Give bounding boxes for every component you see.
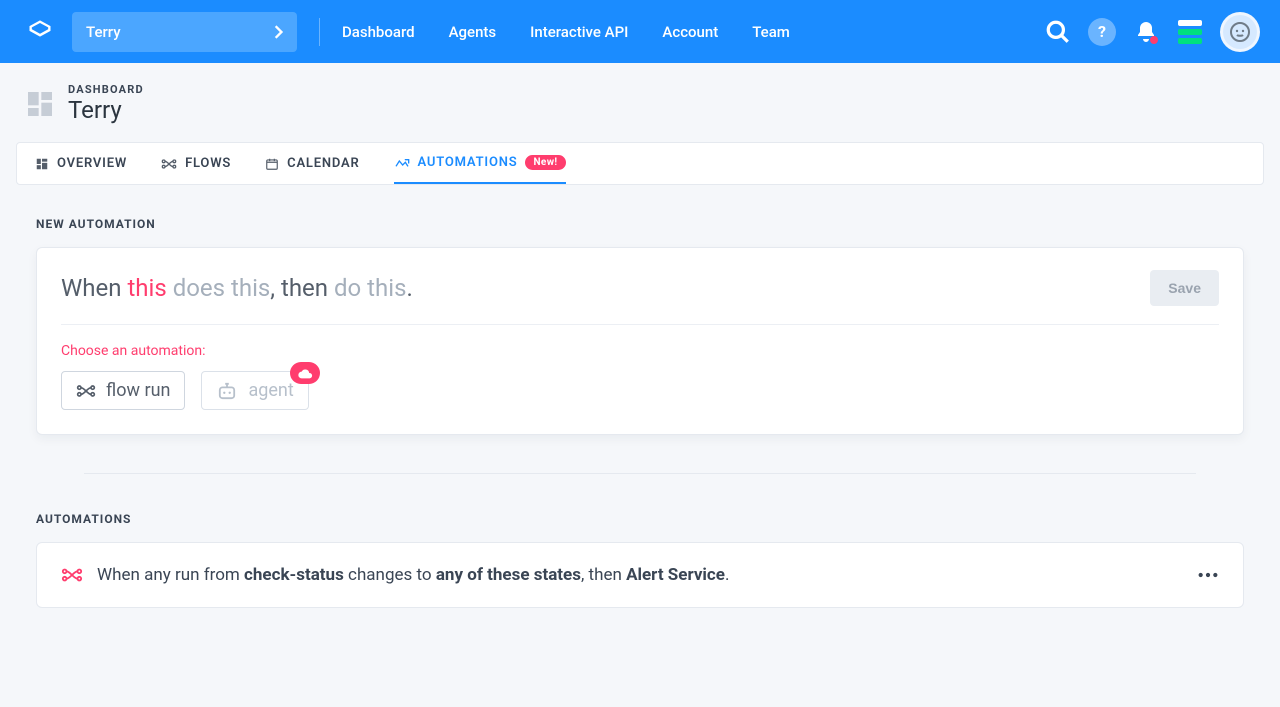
rule-mid: changes to (344, 565, 436, 585)
tab-label: FLOWS (185, 156, 231, 171)
tabs: OVERVIEW FLOWS CALENDAR AUTOMATIONS New! (16, 142, 1264, 185)
automation-choices: flow run agent (61, 371, 1219, 410)
sentence-does-this: does this (167, 274, 271, 302)
new-badge: New! (525, 155, 565, 170)
chevron-right-icon (273, 25, 283, 39)
nav-team[interactable]: Team (752, 23, 790, 41)
rule-states: any of these states (436, 565, 581, 585)
more-menu-icon[interactable] (1197, 572, 1219, 578)
notification-dot-icon (1150, 36, 1158, 44)
rule-prefix: When any run from (97, 565, 244, 585)
nav-api[interactable]: Interactive API (530, 23, 628, 41)
notifications-icon[interactable] (1132, 18, 1160, 46)
tab-label: OVERVIEW (57, 156, 127, 171)
topbar: Terry Dashboard Agents Interactive API A… (0, 0, 1280, 63)
tab-overview[interactable]: OVERVIEW (35, 143, 127, 184)
choice-label: agent (248, 380, 293, 401)
flow-icon (76, 383, 96, 399)
nav-dashboard[interactable]: Dashboard (342, 23, 415, 41)
tenant-switcher[interactable]: Terry (72, 12, 297, 52)
sentence-then: , then (270, 274, 334, 302)
automation-rule-card[interactable]: When any run from check-status changes t… (36, 542, 1244, 608)
nav-links: Dashboard Agents Interactive API Account… (342, 23, 790, 41)
nav-account[interactable]: Account (662, 23, 718, 41)
flow-icon (61, 566, 83, 584)
tab-automations[interactable]: AUTOMATIONS New! (394, 143, 566, 184)
nav-right: ? (1044, 12, 1260, 52)
automation-rule-text: When any run from check-status changes t… (97, 565, 729, 585)
nav-agents[interactable]: Agents (449, 23, 497, 41)
avatar[interactable] (1220, 12, 1260, 52)
rule-then: , then (581, 565, 626, 585)
content: NEW AUTOMATION When this does this, then… (0, 185, 1280, 608)
page-title: Terry (68, 96, 144, 124)
tab-calendar[interactable]: CALENDAR (265, 143, 359, 184)
search-icon[interactable] (1044, 18, 1072, 46)
choose-automation-label: Choose an automation: (61, 343, 1219, 359)
save-button[interactable]: Save (1150, 270, 1219, 306)
sentence-period: . (406, 274, 412, 302)
tab-flows[interactable]: FLOWS (161, 143, 231, 184)
breadcrumb: DASHBOARD (68, 83, 144, 96)
section-label-automations: AUTOMATIONS (36, 512, 1244, 526)
rule-suffix: . (725, 565, 729, 585)
nav-divider (319, 18, 320, 46)
new-automation-header-row: When this does this, then do this. Save (61, 270, 1219, 325)
system-status-icon[interactable] (1176, 18, 1204, 46)
agent-icon (216, 382, 238, 400)
tab-label: AUTOMATIONS (418, 155, 518, 170)
sentence-this-trigger[interactable]: this (127, 274, 166, 302)
dashboard-icon (24, 88, 56, 120)
page-header: DASHBOARD Terry (0, 63, 1280, 142)
sentence-when: When (61, 274, 127, 302)
rule-flow-name: check-status (244, 565, 344, 585)
section-label-new-automation: NEW AUTOMATION (36, 217, 1244, 231)
tenant-name: Terry (86, 23, 121, 41)
tab-label: CALENDAR (287, 156, 359, 171)
automation-sentence: When this does this, then do this. (61, 274, 413, 302)
rule-action: Alert Service (626, 565, 725, 585)
section-divider (84, 473, 1196, 474)
help-icon[interactable]: ? (1088, 18, 1116, 46)
new-automation-card: When this does this, then do this. Save … (36, 247, 1244, 435)
page-header-text: DASHBOARD Terry (68, 83, 144, 124)
app-logo[interactable] (24, 16, 56, 48)
cloud-badge-icon (290, 362, 320, 384)
sentence-do-this: do this (334, 274, 406, 302)
choice-label: flow run (106, 380, 170, 401)
choice-agent[interactable]: agent (201, 371, 308, 410)
choice-flow-run[interactable]: flow run (61, 371, 185, 410)
